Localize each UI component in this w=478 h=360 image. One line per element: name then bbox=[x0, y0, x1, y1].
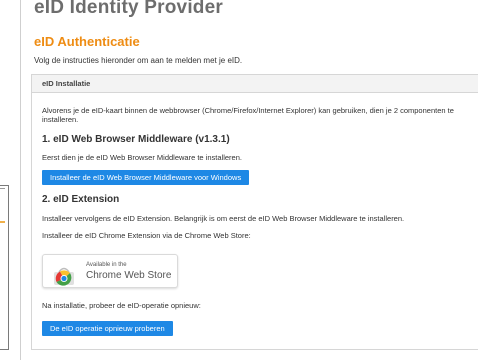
instructions-text: Volg de instructies hieronder om aan te … bbox=[34, 56, 243, 65]
identity-provider-card: eID Identity Provider eID Authenticatie … bbox=[20, 0, 478, 360]
retry-operation-button[interactable]: De eID operatie opnieuw proberen bbox=[42, 321, 173, 336]
step2-title: 2. eID Extension bbox=[42, 194, 120, 205]
installation-panel: eID Installatie Alvorens je de eID-kaart… bbox=[31, 74, 478, 350]
chrome-web-store-badge[interactable]: Available in the Chrome Web Store bbox=[42, 254, 178, 288]
retry-text: Na installatie, probeer de eID-operatie … bbox=[42, 301, 201, 310]
background-window-accent bbox=[0, 221, 5, 223]
step1-text: Eerst dien je de eID Web Browser Middlew… bbox=[42, 153, 242, 162]
store-badge-small-text: Available in the bbox=[86, 262, 127, 268]
chrome-web-store-icon bbox=[54, 267, 74, 286]
section-title: eID Authenticatie bbox=[34, 34, 140, 49]
step1-title: 1. eID Web Browser Middleware (v1.3.1) bbox=[42, 134, 230, 145]
step2-text-2: Installeer de eID Chrome Extension via d… bbox=[42, 231, 251, 240]
intro-text: Alvorens je de eID-kaart binnen de webbr… bbox=[42, 106, 454, 124]
install-middleware-button[interactable]: Installeer de eID Web Browser Middleware… bbox=[42, 170, 250, 185]
step2-text-1: Installeer vervolgens de eID Extension. … bbox=[42, 214, 405, 223]
background-window-mark bbox=[0, 188, 5, 189]
panel-header: eID Installatie bbox=[32, 75, 478, 93]
store-badge-title: Chrome Web Store bbox=[86, 270, 172, 281]
background-window bbox=[0, 185, 9, 350]
app-title: eID Identity Provider bbox=[34, 0, 223, 18]
